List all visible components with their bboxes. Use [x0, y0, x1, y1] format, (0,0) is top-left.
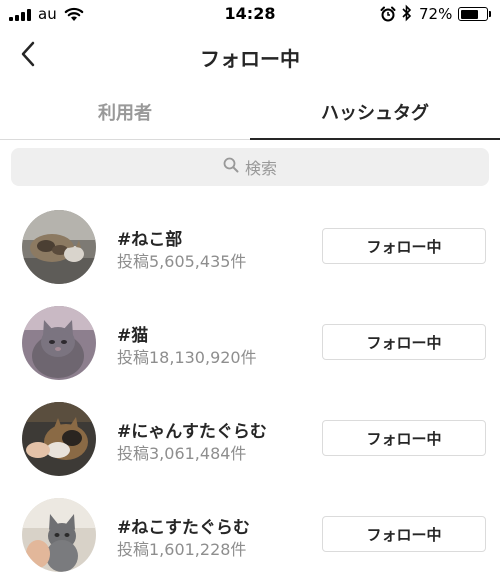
battery-tip	[489, 11, 491, 17]
hashtag-name: #ねこすたぐらむ	[117, 518, 250, 538]
hashtag-name: #にゃんすたぐらむ	[117, 422, 267, 442]
tab-bar: 利用者 ハッシュタグ	[0, 84, 500, 140]
hashtag-name: #ねこ部	[117, 230, 183, 250]
avatar	[22, 210, 96, 284]
battery-fill	[460, 9, 478, 19]
bluetooth-icon	[401, 4, 413, 26]
status-bar: au 14:28 72%	[0, 0, 500, 30]
hashtag-row[interactable]: #猫 投稿18,130,920件 フォロー中	[0, 296, 500, 392]
hashtag-row[interactable]: #ねこすたぐらむ 投稿1,601,228件 フォロー中	[0, 488, 500, 584]
hashtag-post-count: 投稿5,605,435件	[117, 252, 247, 271]
battery-percent: 72%	[419, 5, 453, 23]
search-icon	[223, 157, 239, 177]
alarm-icon	[380, 6, 396, 26]
search-placeholder: 検索	[244, 159, 277, 178]
following-button[interactable]: フォロー中	[322, 420, 486, 456]
avatar	[22, 402, 96, 476]
search-input[interactable]: 検索	[11, 148, 489, 186]
battery-icon	[458, 7, 488, 21]
tab-users[interactable]: 利用者	[0, 84, 250, 140]
avatar	[22, 306, 96, 380]
following-button[interactable]: フォロー中	[322, 228, 486, 264]
following-button[interactable]: フォロー中	[322, 516, 486, 552]
following-button[interactable]: フォロー中	[322, 324, 486, 360]
active-tab-indicator	[250, 138, 500, 140]
hashtag-name: #猫	[117, 326, 149, 346]
tab-hashtags[interactable]: ハッシュタグ	[250, 84, 500, 140]
hashtag-post-count: 投稿18,130,920件	[117, 348, 257, 367]
hashtag-post-count: 投稿3,061,484件	[117, 444, 247, 463]
hashtag-row[interactable]: #にゃんすたぐらむ 投稿3,061,484件 フォロー中	[0, 392, 500, 488]
page-title: フォロー中	[200, 47, 300, 71]
nav-bar: フォロー中	[0, 30, 500, 82]
avatar	[22, 498, 96, 572]
hashtag-row[interactable]: #ねこ部 投稿5,605,435件 フォロー中	[0, 200, 500, 296]
hashtag-post-count: 投稿1,601,228件	[117, 540, 247, 559]
